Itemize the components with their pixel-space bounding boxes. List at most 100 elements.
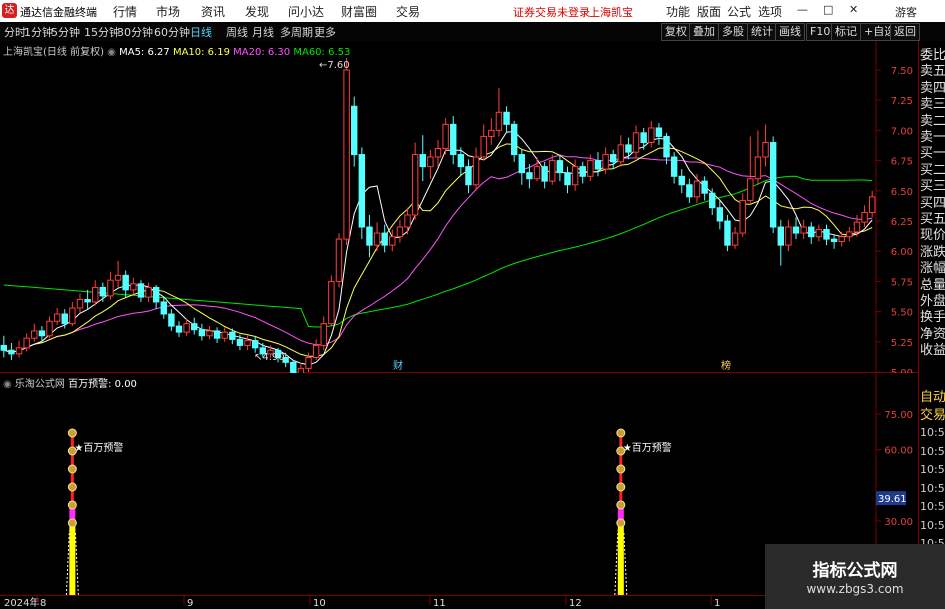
candle	[701, 180, 708, 194]
maximize-icon[interactable]: □	[823, 3, 833, 16]
candle	[152, 286, 160, 303]
candle	[564, 172, 571, 186]
candle	[808, 226, 815, 238]
toolbar-button[interactable]: 复权	[661, 23, 691, 41]
candle	[191, 323, 198, 331]
candle	[206, 330, 213, 337]
candle	[655, 127, 663, 137]
candle	[305, 357, 312, 369]
price-tick-label: 6.25	[891, 217, 913, 228]
menu-item[interactable]: 发现	[245, 3, 269, 20]
chart-title: 上海凯宝(日线 前复权)	[3, 47, 104, 58]
candle	[244, 340, 251, 346]
tab-2[interactable]: 5分钟	[51, 24, 80, 40]
toolbar-button[interactable]: 返回	[890, 23, 920, 41]
candle	[632, 132, 640, 153]
toolbar-button[interactable]: 画线	[775, 23, 805, 41]
side-panel-label: 10:54	[920, 500, 945, 513]
money-bag-icon	[616, 500, 626, 510]
month-label: 8	[40, 598, 46, 609]
low-price-label: ↖4.90	[254, 352, 285, 363]
ma20-label: MA20: 6.30	[233, 47, 291, 58]
tab-8[interactable]: 月线	[252, 24, 274, 40]
money-bag-icon	[616, 482, 626, 492]
candle	[31, 330, 38, 339]
money-bag-icon	[67, 518, 77, 528]
sub-tick-label: 30.00	[884, 517, 913, 528]
kline-chart[interactable]: 7.50 7.25 7.00 6.75 6.50 6.25 6.00 5.75 5.50 5.25…	[0, 41, 918, 373]
tab-6[interactable]: 日线	[190, 24, 212, 40]
menu-item[interactable]: 功能	[666, 3, 690, 20]
toolbar-button[interactable]: 标记	[831, 23, 861, 41]
tab-5[interactable]: 60分钟	[154, 24, 190, 40]
month-label: 1	[714, 598, 720, 609]
candle	[23, 337, 30, 349]
menu-item[interactable]: 资讯	[201, 3, 225, 20]
side-panel-label: 10:54	[920, 518, 945, 532]
menu-item[interactable]: 版面	[697, 3, 721, 20]
candle	[366, 226, 373, 246]
close-icon[interactable]: ✕	[849, 3, 858, 16]
tab-7[interactable]: 周线	[226, 24, 248, 40]
tab-3[interactable]: 15分钟	[84, 24, 120, 40]
candle	[602, 154, 609, 170]
price-tick-label: 7.25	[891, 96, 913, 107]
candle	[221, 331, 228, 339]
settings-icon[interactable]: ◉	[3, 379, 12, 390]
tab-10[interactable]: 更多	[314, 24, 336, 40]
side-panel-label: 10:54	[920, 463, 945, 476]
candle	[747, 178, 754, 201]
candle	[465, 166, 472, 186]
menu-item[interactable]: 问小达	[288, 3, 324, 20]
signal-bar	[69, 523, 76, 595]
tab-0[interactable]: 分时	[4, 24, 26, 40]
candle	[396, 226, 404, 238]
sub-tick-label: 60.00	[884, 446, 913, 457]
candle	[868, 196, 876, 214]
tab-1[interactable]: 1分钟	[24, 24, 53, 40]
minimize-icon[interactable]: —	[797, 3, 808, 16]
high-price-label: ←7.60	[319, 60, 350, 71]
settings-icon[interactable]: ◉	[107, 47, 116, 58]
candle	[579, 166, 586, 177]
candle	[389, 236, 396, 246]
menu-item[interactable]: 选项	[758, 3, 782, 20]
indicator-value: 百万预警: 0.00	[68, 379, 137, 390]
side-panel-label: 收益	[920, 343, 945, 359]
side-panel-label: 10:54	[920, 481, 945, 495]
menu-item[interactable]: 行情	[113, 3, 137, 20]
candle	[846, 231, 853, 238]
candle	[792, 226, 800, 234]
candle	[457, 154, 465, 168]
sub-tick-label: 75.00	[884, 410, 913, 421]
candle	[343, 69, 350, 240]
candle	[175, 325, 183, 333]
side-panel-label: 自动	[920, 390, 945, 405]
toolbar-button[interactable]: 叠加	[689, 23, 719, 41]
toolbar-button[interactable]: 多股	[718, 23, 748, 41]
tab-9[interactable]: 多周期	[280, 24, 313, 40]
money-bag-icon	[67, 500, 77, 510]
menu-item[interactable]: 市场	[156, 3, 180, 20]
money-bag-icon	[67, 464, 77, 474]
guest-label[interactable]: 游客	[895, 4, 917, 20]
menu-item[interactable]: 财富圈	[341, 3, 377, 20]
chart-bg	[0, 41, 918, 373]
candle	[731, 232, 739, 246]
sub-legend: ◉ 乐淘公式网 百万预警: 0.00	[3, 375, 137, 390]
candle	[69, 307, 76, 325]
candle	[358, 154, 366, 228]
candle	[625, 144, 632, 153]
tab-4[interactable]: 30分钟	[117, 24, 153, 40]
toolbar-button[interactable]: 统计	[747, 23, 777, 41]
candle	[0, 344, 8, 351]
menu-item[interactable]: 交易	[396, 3, 420, 20]
candle	[15, 347, 23, 355]
login-alert[interactable]: 证券交易未登录	[513, 4, 590, 20]
app-logo-icon: 达	[2, 3, 17, 18]
candle	[92, 286, 99, 303]
menu-item[interactable]: 公式	[727, 3, 751, 20]
candle	[762, 141, 769, 158]
price-tick-label: 6.00	[891, 247, 913, 258]
candle	[351, 105, 358, 156]
